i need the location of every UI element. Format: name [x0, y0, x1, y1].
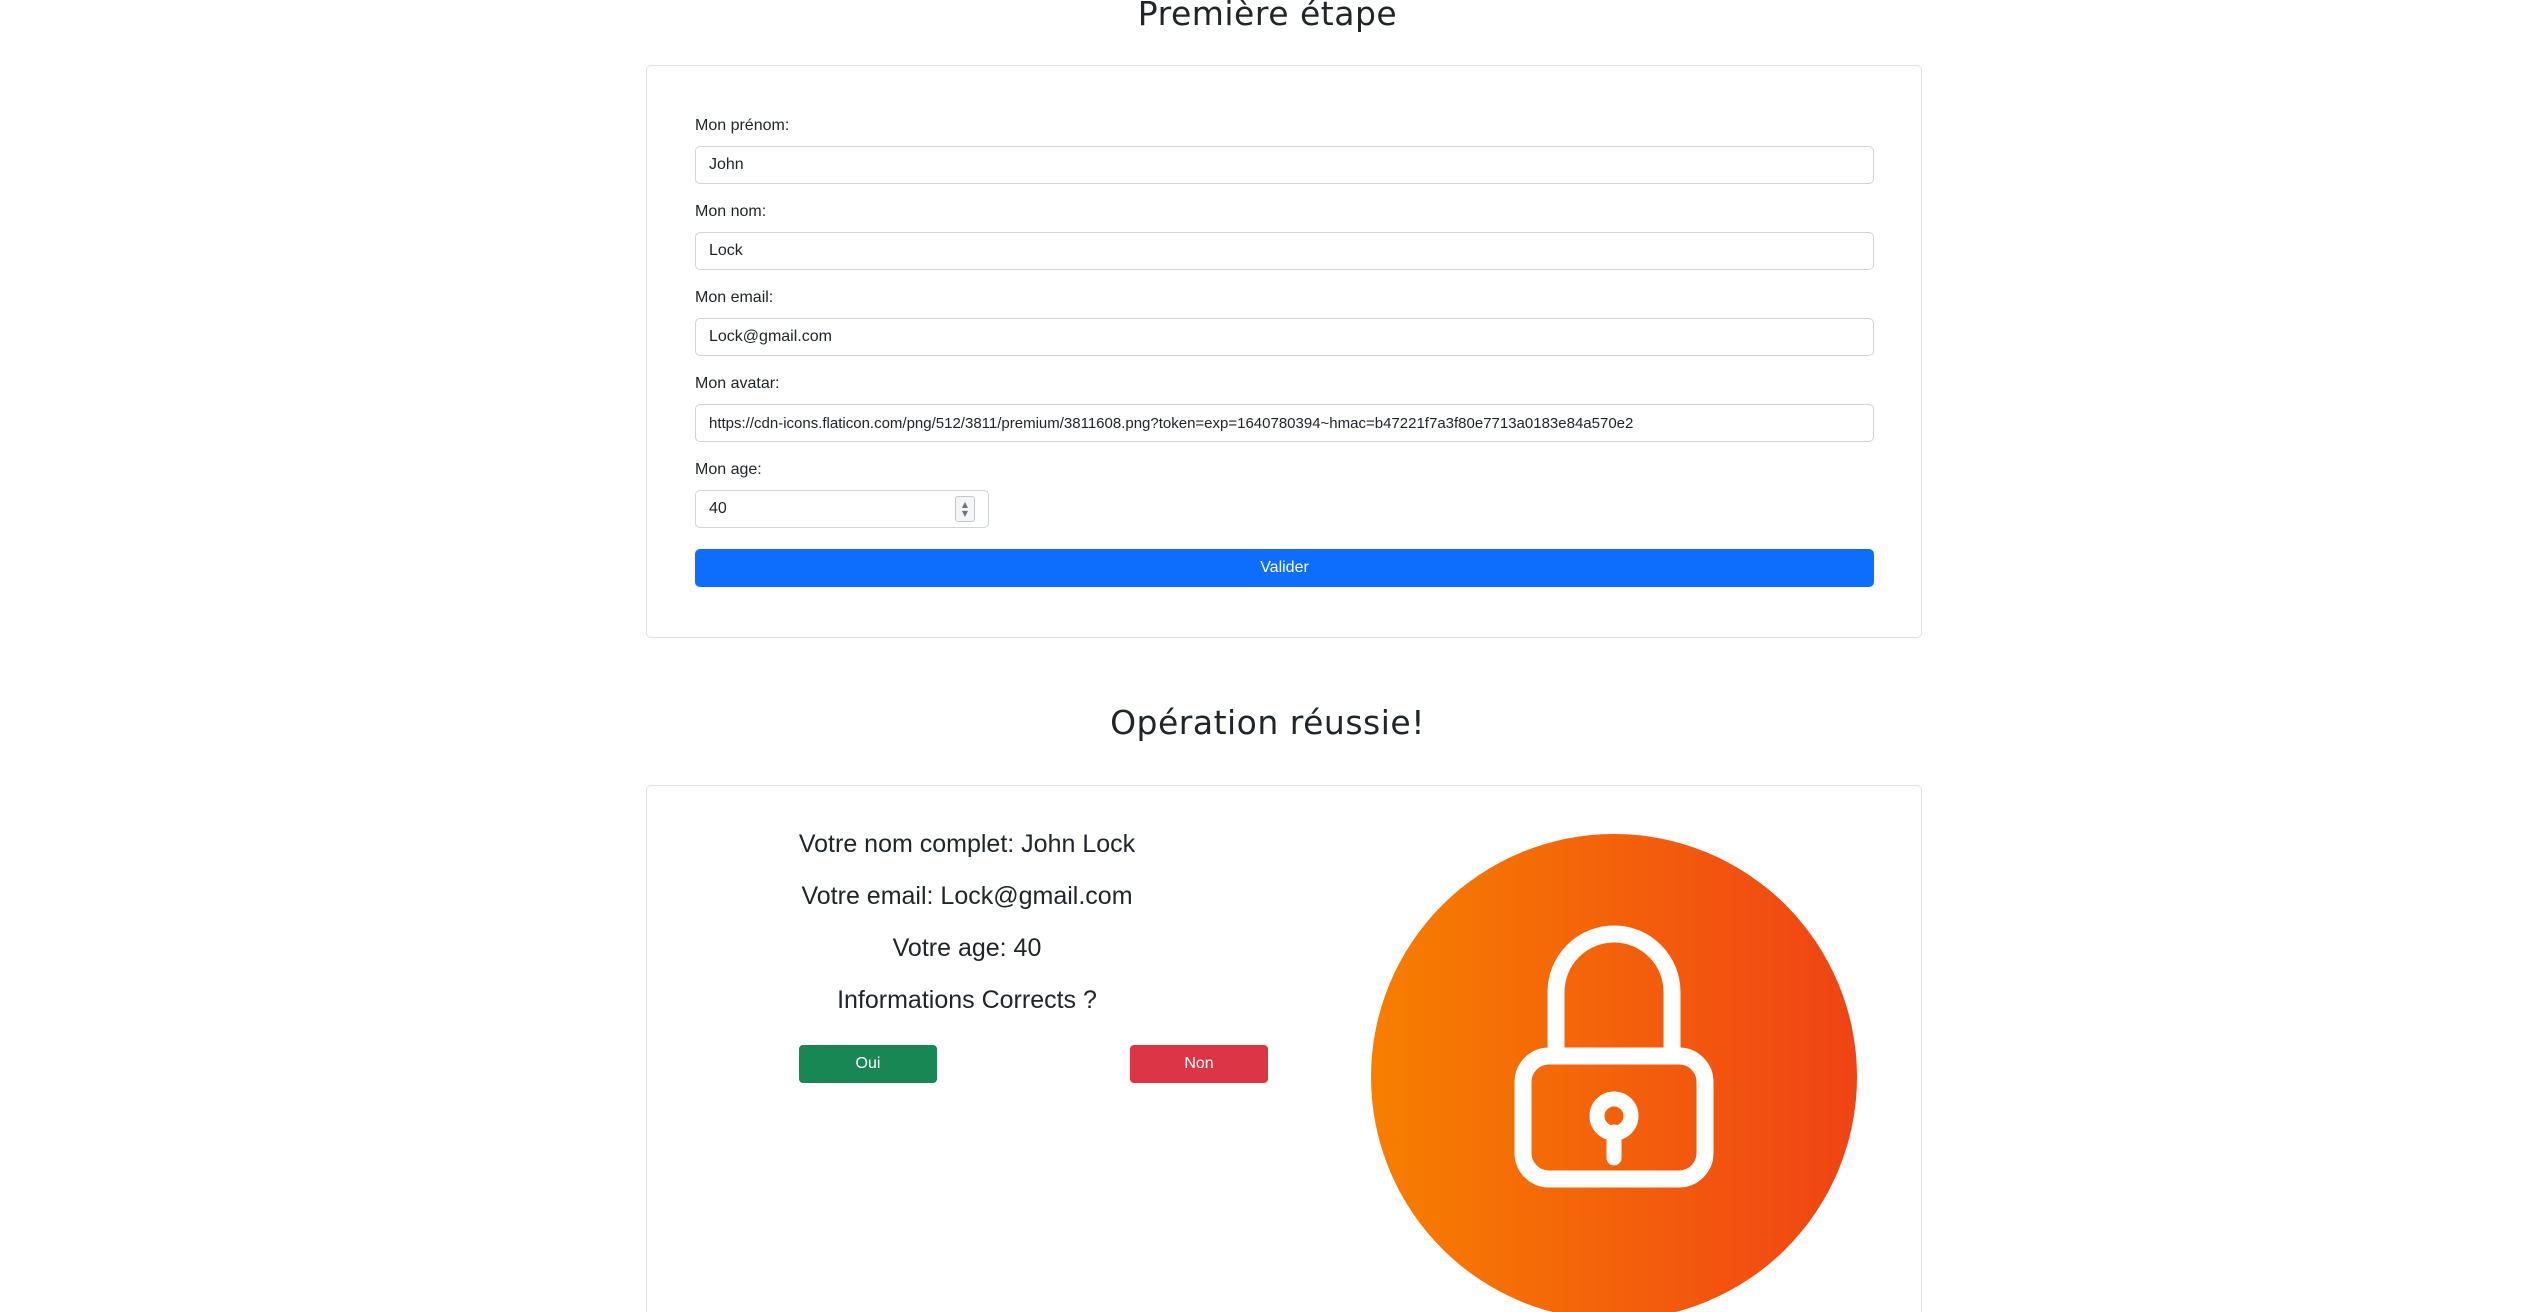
- step-title: Première étape: [1137, 0, 1398, 33]
- age-summary: Votre age: 40: [892, 934, 1042, 962]
- result-card: Votre nom complet: John Lock Votre email…: [646, 785, 1922, 1312]
- form-card: Mon prénom: Mon nom: Mon email: Mon avat…: [646, 65, 1922, 638]
- email-input[interactable]: [695, 318, 1874, 356]
- age-stepper[interactable]: ▲ ▼: [955, 496, 975, 522]
- fullname-summary: Votre nom complet: John Lock: [798, 830, 1136, 858]
- firstname-label: Mon prénom:: [695, 117, 790, 134]
- confirm-question: Informations Corrects ?: [837, 986, 1097, 1014]
- result-title: Opération réussie!: [1110, 703, 1425, 742]
- age-input[interactable]: [695, 490, 989, 528]
- email-label: Mon email:: [695, 289, 774, 306]
- firstname-input[interactable]: [695, 146, 1874, 184]
- page: Première étape Mon prénom: Mon nom: Mon …: [0, 0, 2535, 1312]
- no-button[interactable]: Non: [1130, 1045, 1268, 1083]
- lastname-label: Mon nom:: [695, 203, 767, 220]
- padlock-icon: [1371, 834, 1857, 1312]
- avatar-image: [1371, 834, 1857, 1312]
- stepper-up-icon[interactable]: ▲: [962, 500, 968, 509]
- age-label: Mon age:: [695, 461, 762, 478]
- avatar-url-input[interactable]: [695, 404, 1874, 442]
- yes-button[interactable]: Oui: [799, 1045, 937, 1083]
- stepper-down-icon[interactable]: ▼: [962, 509, 968, 518]
- lastname-input[interactable]: [695, 232, 1874, 270]
- submit-button[interactable]: Valider: [695, 549, 1874, 587]
- email-summary: Votre email: Lock@gmail.com: [801, 882, 1133, 910]
- avatar-label: Mon avatar:: [695, 375, 780, 392]
